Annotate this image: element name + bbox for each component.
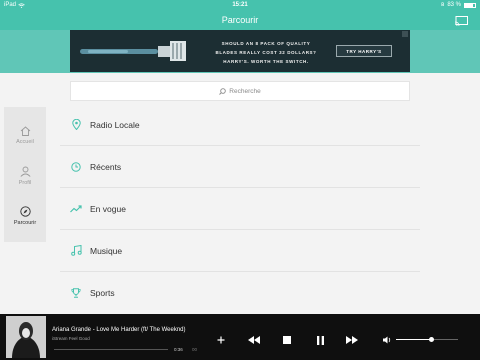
cast-icon[interactable] [455,16,468,26]
sidebar-item-parcourir[interactable]: Parcourir [4,196,46,236]
album-art-image [6,316,46,358]
profile-icon [19,166,31,177]
list-item-label: Sports [90,288,115,298]
clock-icon [71,161,81,172]
list-item-sports[interactable]: Sports [60,272,420,314]
status-bar: iPad 15:21 ʙ 83 % [0,0,480,11]
trending-icon [70,204,82,212]
ad-line-3: HARRY'S. WORTH THE SWITCH. [223,59,309,64]
progress-bar[interactable] [54,349,168,350]
fast-forward-icon [346,336,358,344]
list-item-en-vogue[interactable]: En vogue [60,188,420,230]
status-time: 15:21 [232,2,248,8]
track-station: iStream Feel Good [52,336,90,341]
search-bar[interactable]: Recherche [70,81,410,101]
now-playing-bar: Ariana Grande - Love Me Harder (ft/ The … [0,314,480,360]
location-pin-icon [71,119,81,130]
sidebar-item-label: Parcourir [13,220,37,226]
elapsed-time: 0:36 [174,347,183,352]
volume-slider[interactable] [396,339,458,340]
search-placeholder: Recherche [229,87,261,95]
category-list: Radio Locale Récents En vogue Musique Sp… [60,104,420,314]
music-note-icon [70,245,82,256]
sidebar-item-profil[interactable]: Profil [4,156,46,196]
list-item-radio-locale[interactable]: Radio Locale [60,104,420,146]
album-art[interactable] [6,316,46,358]
ad-line-2: BLADES REALLY COST 32 DOLLARS? [215,50,317,55]
volume-icon [382,336,390,344]
ad-banner[interactable]: SHOULD AN 8 PACK OF QUALITY BLADES REALL… [70,30,410,72]
list-item-label: En vogue [90,203,126,214]
nav-bar: Parcourir [0,11,480,30]
stop-button[interactable] [281,334,293,346]
battery-icon [464,2,476,8]
battery-percent: 83 % [447,2,461,8]
list-item-label: Radio Locale [90,119,140,130]
fast-forward-button[interactable] [346,334,358,346]
volume-icon-wrap [381,334,393,346]
duration-time: 00 [192,347,198,352]
list-item-label: Récents [90,161,122,172]
list-item-recents[interactable]: Récents [60,146,420,188]
pause-icon [316,335,324,345]
plus-icon [217,336,225,344]
razor-image [80,41,186,61]
track-title: Ariana Grande - Love Me Harder (ft/ The … [52,327,186,333]
home-icon [20,125,30,136]
trophy-icon [71,288,81,298]
sidebar-item-label: Accueil [16,138,34,145]
compass-icon [19,206,31,217]
sidebar-item-accueil[interactable]: Accueil [4,115,46,155]
stop-icon [283,336,291,344]
ad-line-1: SHOULD AN 8 PACK OF QUALITY [221,41,311,46]
pause-button[interactable] [314,334,326,346]
rewind-button[interactable] [248,334,260,346]
sidebar: Accueil Profil Parcourir [4,107,46,242]
rewind-icon [248,336,260,344]
page-title: Parcourir [221,15,259,25]
ad-close-icon[interactable] [402,31,408,37]
list-item-label: Musique [90,245,123,256]
ad-cta-button[interactable]: TRY HARRY'S [336,45,392,57]
sidebar-item-label: Profil [18,180,32,186]
add-button[interactable] [215,334,227,346]
bluetooth-icon: ʙ [441,2,445,8]
search-icon [219,87,227,95]
list-item-musique[interactable]: Musique [60,230,420,272]
